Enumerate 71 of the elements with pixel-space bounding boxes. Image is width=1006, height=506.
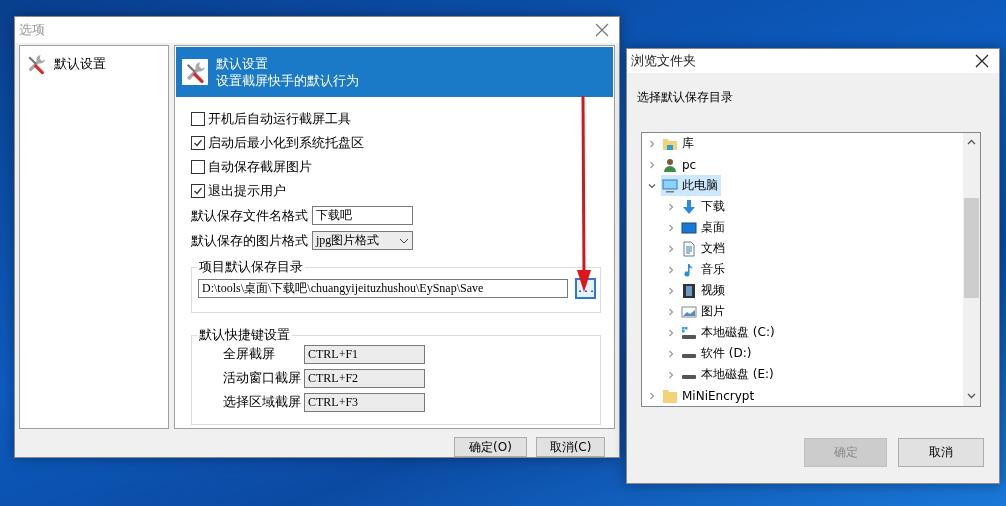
caret-icon <box>399 237 409 244</box>
chevron-right-icon[interactable] <box>648 160 656 169</box>
filename-field[interactable]: 下载吧 <box>312 206 413 225</box>
picture-icon <box>681 303 697 320</box>
tree-item[interactable]: 下载 <box>680 196 728 217</box>
field-label: 默认保存的图片格式 <box>191 231 308 250</box>
chevron-right-icon[interactable] <box>648 391 656 400</box>
tree-item[interactable]: 库 <box>661 133 697 154</box>
tree-item[interactable]: 图片 <box>680 301 728 322</box>
checkbox-label: 自动保存截屏图片 <box>208 158 312 176</box>
hotkey-label: 活动窗口截屏 <box>223 369 302 387</box>
checkbox[interactable] <box>191 184 205 198</box>
user-icon <box>662 156 678 173</box>
hotkey-field[interactable]: CTRL+F1 <box>304 344 425 364</box>
tree-item[interactable]: 本地磁盘 (C:) <box>680 322 778 343</box>
hotkey-field[interactable]: CTRL+F3 <box>304 392 425 412</box>
prompt-text: 选择默认保存目录 <box>636 89 734 106</box>
chevron-right-icon[interactable] <box>667 265 675 274</box>
cancel-button[interactable]: 取消(C) <box>536 437 605 457</box>
group-title: 项目默认保存目录 <box>197 259 305 275</box>
tree-item[interactable]: 本地磁盘 (E:) <box>680 364 777 385</box>
tree-item[interactable]: MiNiEncrypt <box>661 385 758 406</box>
tree-item[interactable]: 视频 <box>680 280 728 301</box>
tree-item[interactable]: pc <box>661 154 700 175</box>
chevron-down-icon[interactable] <box>648 181 656 190</box>
monitor-icon <box>662 177 678 194</box>
window-title: 浏览文件夹 <box>631 52 696 70</box>
film-icon <box>681 282 697 299</box>
chevron-right-icon[interactable] <box>667 202 675 211</box>
checkbox-label: 退出提示用户 <box>208 182 286 200</box>
screen-icon <box>681 219 697 236</box>
tools-icon <box>182 59 208 85</box>
scrollbar[interactable] <box>963 133 980 406</box>
tree-item[interactable]: 音乐 <box>680 259 728 280</box>
chevron-right-icon[interactable] <box>667 328 675 337</box>
cancel-button[interactable]: 取消 <box>898 438 984 467</box>
checkbox-label: 开机后自动运行截屏工具 <box>208 110 351 128</box>
document-icon <box>681 240 697 257</box>
tree-item[interactable]: 文档 <box>680 238 728 259</box>
path-field[interactable]: D:\tools\桌面\下载吧\chuangyijeituzhushou\EySnap\Save <box>198 279 568 298</box>
hotkey-field[interactable]: CTRL+F2 <box>304 368 425 388</box>
close-icon[interactable] <box>975 54 989 68</box>
chevron-right-icon[interactable] <box>667 307 675 316</box>
checkbox[interactable] <box>191 160 205 174</box>
checkbox[interactable] <box>191 112 205 126</box>
window-title: 选项 <box>19 21 45 39</box>
checkbox-label: 启动后最小化到系统托盘区 <box>208 134 364 152</box>
tree-item[interactable]: 软件 (D:) <box>680 343 755 364</box>
tree-item[interactable]: 桌面 <box>680 217 728 238</box>
chevron-right-icon[interactable] <box>648 139 656 148</box>
field-label: 默认保存文件名格式 <box>191 206 308 225</box>
drive-icon <box>681 324 697 341</box>
header-title: 默认设置 <box>216 55 269 72</box>
header-subtitle: 设置截屏快手的默认行为 <box>216 72 359 89</box>
chevron-right-icon[interactable] <box>667 349 675 358</box>
tree-item[interactable]: 此电脑 <box>661 175 721 196</box>
group-title: 默认快捷键设置 <box>197 327 292 343</box>
chevron-right-icon[interactable] <box>667 286 675 295</box>
drive-icon <box>681 352 697 359</box>
chevron-right-icon[interactable] <box>667 223 675 232</box>
folder-icon <box>662 387 678 404</box>
format-dropdown[interactable]: jpg图片格式 <box>312 231 413 250</box>
drive-icon <box>681 373 697 380</box>
down-arrow-icon <box>681 198 697 215</box>
chevron-right-icon[interactable] <box>667 370 675 379</box>
ok-button[interactable]: 确定(O) <box>454 437 527 457</box>
hotkey-label: 选择区域截屏 <box>223 393 302 411</box>
nav-item[interactable]: 默认设置 <box>54 55 106 73</box>
checkbox[interactable] <box>191 136 205 150</box>
chevron-right-icon[interactable] <box>667 244 675 253</box>
hotkey-label: 全屏截屏 <box>223 345 276 363</box>
